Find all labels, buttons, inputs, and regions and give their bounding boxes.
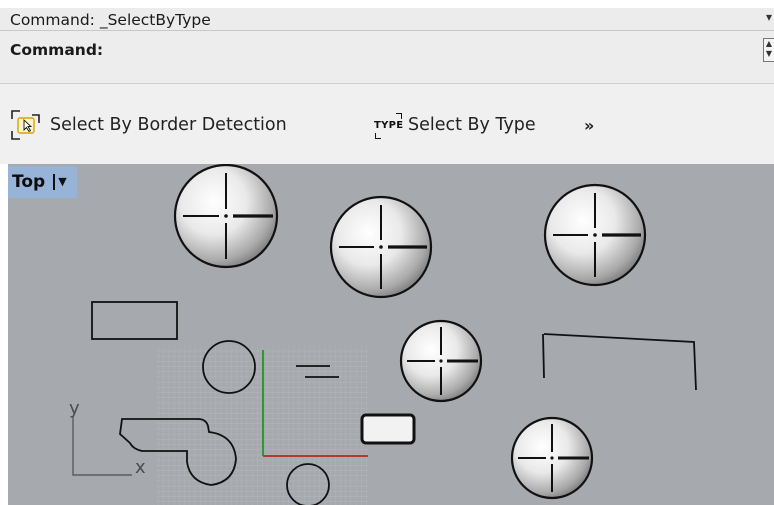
world-axis-y-label: y [69, 398, 80, 419]
chevron-down-icon[interactable]: ▾ [766, 10, 772, 24]
select-by-border-detection-button[interactable]: Select By Border Detection [10, 108, 287, 142]
viewport-title: Top [12, 172, 46, 192]
rectangle-curve[interactable] [91, 301, 178, 340]
select-by-type-label: Select By Type [408, 115, 536, 135]
world-axis-x-label: x [135, 457, 146, 478]
polyline-curve[interactable] [542, 333, 697, 391]
selected-rectangle-object[interactable] [360, 413, 416, 445]
command-history-bar: Command: _SelectByType ▾ [0, 8, 774, 31]
world-axes-icon [72, 416, 132, 476]
command-toolbar: Select By Border Detection TYPE Select B… [0, 84, 774, 164]
sphere-object[interactable] [173, 164, 279, 269]
toolbar-overflow-button[interactable]: » [584, 108, 594, 142]
viewport-menu-icon[interactable]: ▼ [53, 174, 67, 190]
select-border-icon [11, 110, 40, 140]
command-history-text: Command: _SelectByType [10, 11, 211, 29]
viewport-canvas[interactable]: y x [8, 164, 774, 505]
select-by-border-detection-label: Select By Border Detection [50, 115, 287, 135]
command-prompt-label: Command: [10, 41, 104, 59]
viewport-title-tab[interactable]: Top ▼ [8, 166, 77, 198]
select-type-icon: TYPE [372, 110, 404, 140]
top-viewport[interactable]: y x Top ▼ [8, 164, 774, 505]
command-prompt-bar[interactable]: Command: ▲ ▼ [0, 31, 774, 84]
sphere-object[interactable] [510, 416, 594, 500]
type-icon-text: TYPE [374, 120, 404, 131]
spinner-icon[interactable]: ▲ ▼ [763, 38, 774, 62]
sphere-object[interactable] [329, 195, 433, 299]
sphere-object[interactable] [399, 319, 483, 403]
sphere-object[interactable] [543, 183, 647, 287]
select-by-type-button[interactable]: TYPE Select By Type [372, 108, 536, 142]
